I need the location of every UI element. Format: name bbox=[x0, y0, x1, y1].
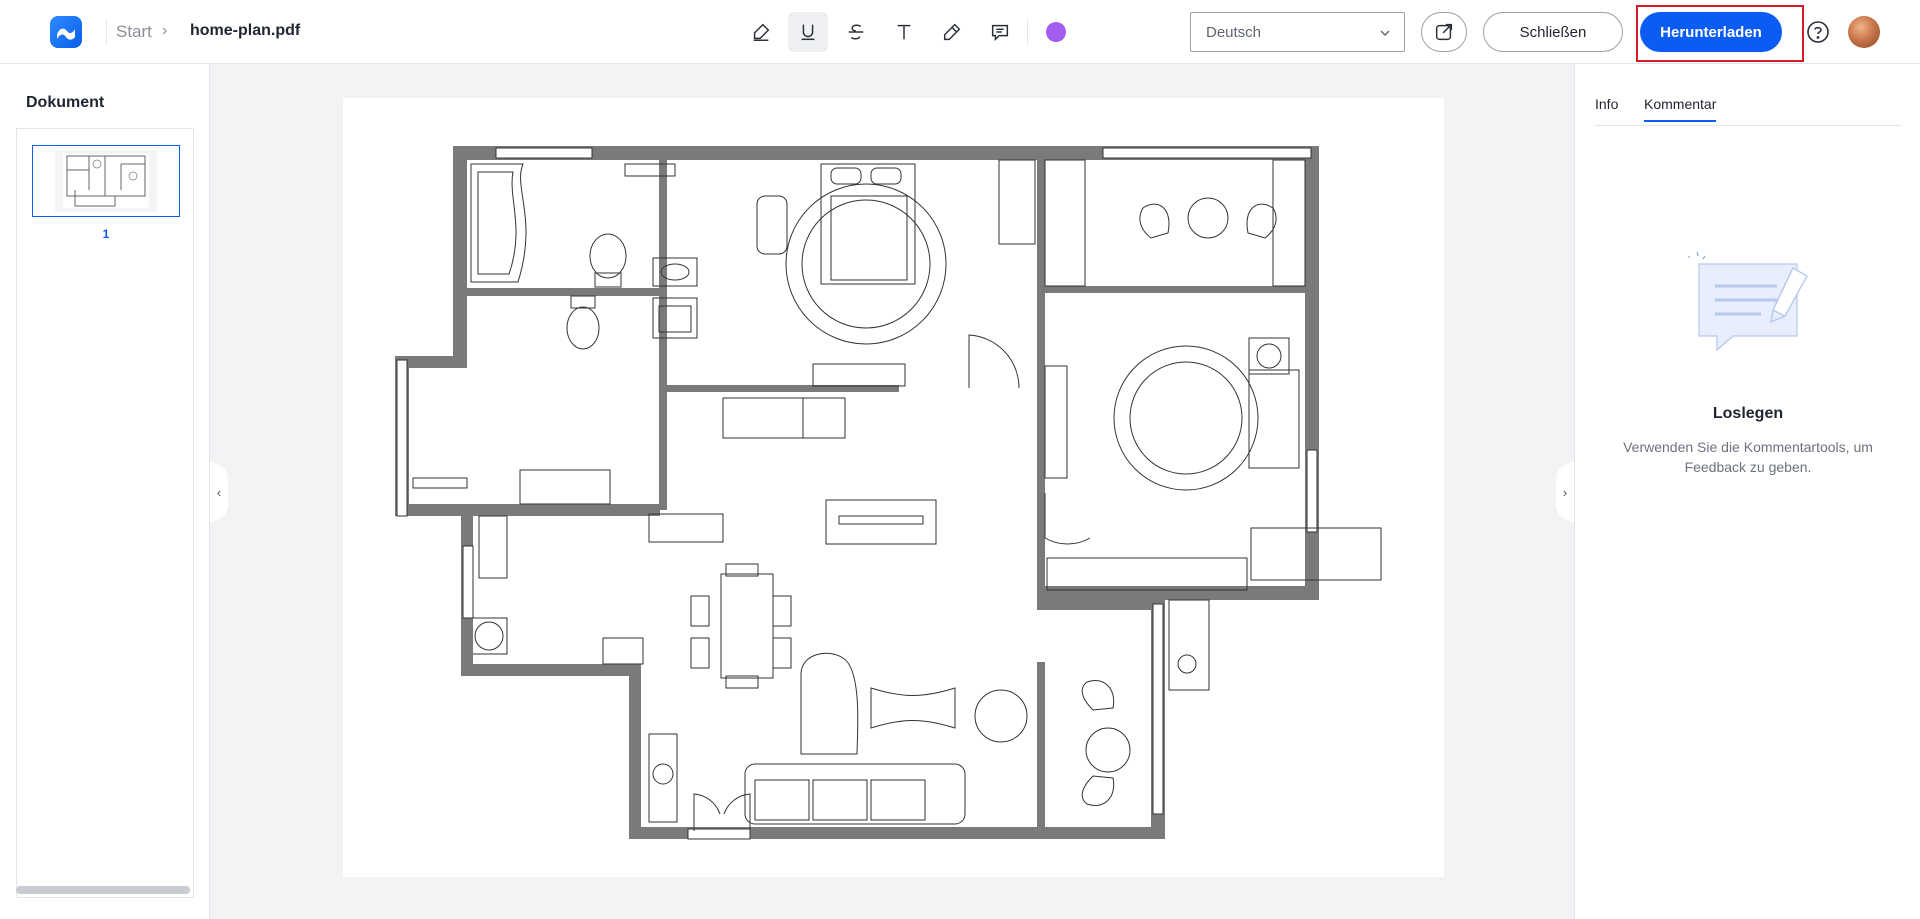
app-logo-icon[interactable] bbox=[50, 16, 82, 48]
color-picker-button[interactable] bbox=[1046, 22, 1066, 42]
text-tool-button[interactable] bbox=[884, 12, 924, 52]
panel-tabs: Info Kommentar bbox=[1595, 96, 1901, 126]
avatar[interactable] bbox=[1848, 16, 1880, 48]
document-panel: Dokument 1 bbox=[0, 64, 210, 919]
eraser-tool-button[interactable] bbox=[932, 12, 972, 52]
strikethrough-tool-button[interactable] bbox=[836, 12, 876, 52]
strikethrough-icon bbox=[848, 24, 864, 40]
language-select-value: Deutsch bbox=[1206, 24, 1262, 41]
open-external-button[interactable] bbox=[1421, 12, 1467, 52]
horizontal-scrollbar[interactable] bbox=[16, 886, 190, 894]
floor-plan-drawing bbox=[395, 146, 1382, 840]
underline-tool-button[interactable] bbox=[788, 12, 828, 52]
highlighter-icon bbox=[753, 23, 770, 41]
empty-state-text: Verwenden Sie die Kommentartools, um Fee… bbox=[1623, 439, 1873, 475]
breadcrumb-chevron-icon: › bbox=[162, 22, 168, 39]
collapse-left-panel-button[interactable]: ‹ bbox=[210, 462, 228, 522]
eraser-icon bbox=[943, 23, 961, 41]
page-number: 1 bbox=[102, 227, 110, 241]
comments-panel: Info Kommentar Loslegen Verwenden Sie di… bbox=[1574, 64, 1920, 919]
empty-state-title: Loslegen bbox=[1712, 405, 1784, 422]
panel-title: Dokument bbox=[26, 94, 105, 111]
chevron-right-icon: › bbox=[1562, 484, 1568, 500]
comment-illustration-icon bbox=[1688, 251, 1808, 352]
download-button[interactable]: Herunterladen bbox=[1640, 12, 1782, 52]
tab-kommentar[interactable]: Kommentar bbox=[1644, 96, 1717, 122]
language-select[interactable]: Deutsch bbox=[1190, 12, 1405, 52]
file-name: home-plan.pdf bbox=[190, 22, 301, 39]
divider bbox=[106, 20, 107, 44]
comment-icon bbox=[991, 24, 1009, 42]
tab-info[interactable]: Info bbox=[1595, 96, 1618, 120]
highlighter-tool-button[interactable] bbox=[741, 12, 781, 52]
external-link-icon bbox=[1435, 23, 1453, 41]
chevron-left-icon: ‹ bbox=[216, 484, 222, 500]
thumbnail-preview bbox=[55, 150, 157, 212]
help-icon[interactable] bbox=[1806, 20, 1830, 44]
comment-tool-button[interactable] bbox=[980, 12, 1020, 52]
page-thumbnail[interactable] bbox=[32, 145, 180, 217]
breadcrumb-start[interactable]: Start bbox=[116, 22, 152, 42]
top-toolbar: Start › home-plan.pdf Deutsch Schließen … bbox=[0, 0, 1920, 64]
collapse-right-panel-button[interactable]: › bbox=[1556, 462, 1574, 522]
page-thumbnail-list: 1 bbox=[16, 128, 194, 898]
chevron-down-icon bbox=[1380, 30, 1390, 36]
document-page[interactable] bbox=[343, 98, 1444, 877]
underline-icon bbox=[801, 24, 815, 41]
text-icon bbox=[897, 24, 911, 40]
close-button[interactable]: Schließen bbox=[1483, 12, 1623, 52]
divider bbox=[1027, 20, 1028, 44]
